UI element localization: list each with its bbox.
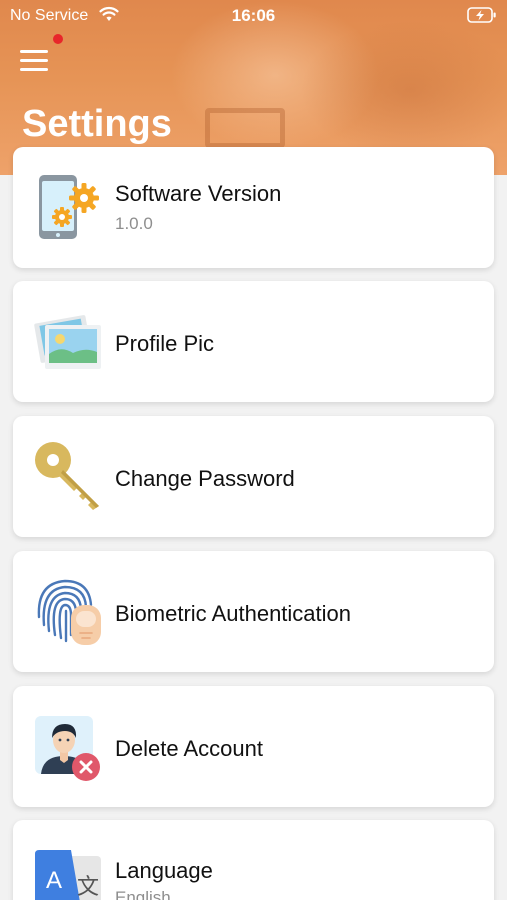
settings-item-software-version[interactable]: Software Version 1.0.0 [13, 147, 494, 268]
delete-user-icon [35, 716, 100, 781]
svg-text:文: 文 [77, 875, 99, 900]
svg-text:A: A [46, 867, 62, 894]
settings-item-subtitle: 1.0.0 [115, 214, 153, 233]
settings-item-subtitle: English [115, 888, 171, 900]
background-photo-blur [205, 108, 285, 148]
background-photo-blur [300, 20, 507, 160]
fingerprint-icon [37, 579, 101, 645]
settings-item-title: Language [115, 858, 213, 883]
settings-item-language[interactable]: A 文 Language English [13, 820, 494, 900]
clock: 16:06 [231, 6, 276, 25]
status-bar: No Service 16:06 [0, 0, 507, 32]
key-icon [35, 442, 99, 510]
translate-icon: A 文 [35, 850, 101, 900]
battery-charging-icon [467, 7, 496, 23]
settings-item-delete-account[interactable]: Delete Account [13, 686, 494, 807]
settings-item-title: Change Password [115, 466, 295, 491]
phone-gears-icon [39, 175, 99, 239]
settings-item-title: Delete Account [115, 736, 263, 761]
photos-icon [34, 315, 101, 369]
settings-item-title: Software Version [115, 181, 282, 206]
settings-item-title: Biometric Authentication [115, 601, 352, 626]
page-title: Settings [22, 103, 172, 145]
settings-item-profile-pic[interactable]: Profile Pic [13, 281, 494, 402]
settings-item-biometric-authentication[interactable]: Biometric Authentication [13, 551, 494, 672]
hamburger-menu-icon[interactable] [20, 48, 50, 74]
settings-item-change-password[interactable]: Change Password [13, 416, 494, 537]
notification-dot [53, 34, 63, 44]
settings-item-title: Profile Pic [115, 331, 215, 356]
